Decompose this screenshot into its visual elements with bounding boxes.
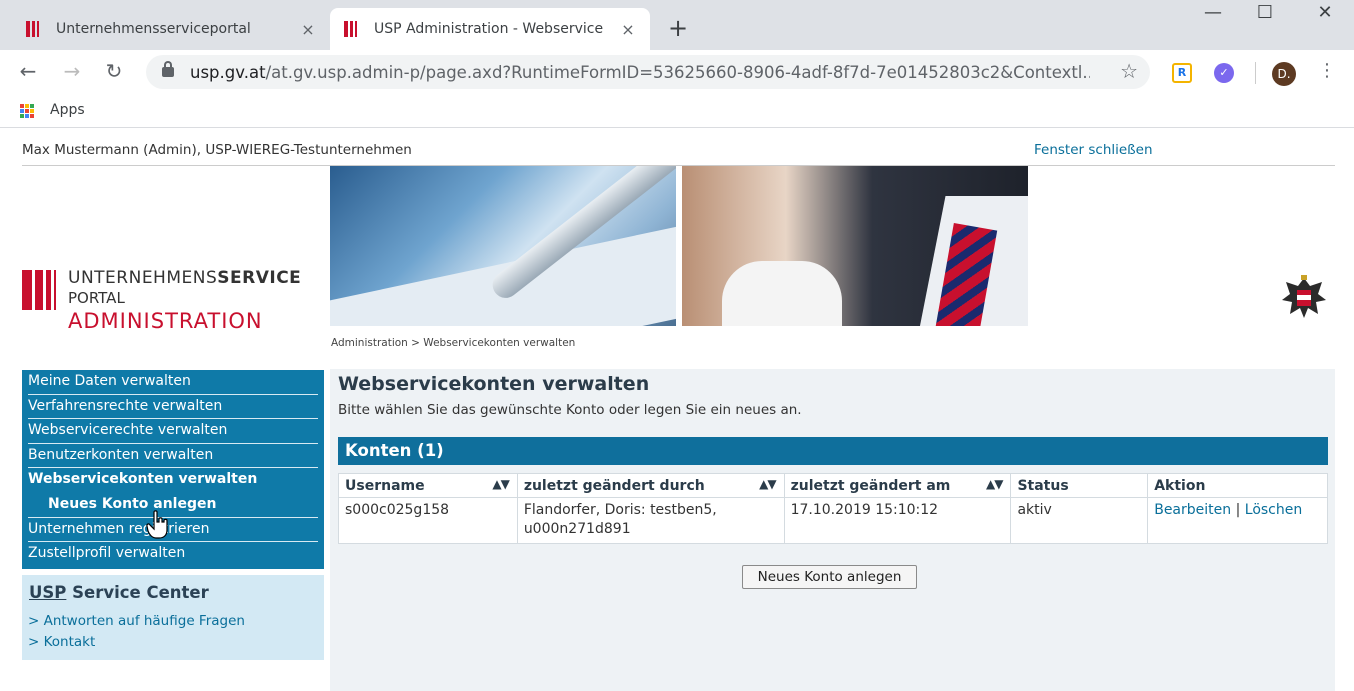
- reload-button[interactable]: ↻: [100, 59, 128, 83]
- browser-tab-strip: Unternehmensserviceportal × USP Administ…: [0, 0, 1354, 50]
- column-action: Aktion: [1147, 473, 1328, 498]
- logo-line-3: ADMINISTRATION: [68, 309, 263, 333]
- forward-button[interactable]: →: [58, 59, 86, 83]
- action-separator: |: [1235, 502, 1241, 518]
- browser-tab-usp[interactable]: Unternehmensserviceportal ×: [12, 8, 330, 50]
- accounts-table: Username ▲▼ zuletzt geändert durch ▲▼ zule…: [338, 473, 1328, 544]
- url-text[interactable]: usp.gv.at/at.gv.usp.admin-p/page.axd?Run…: [190, 63, 1090, 82]
- sidebar-nav: Meine Daten verwalten Verfahrensrechte v…: [22, 370, 324, 569]
- main-content: Webservicekonten verwalten Bitte wählen …: [330, 369, 1335, 691]
- profile-avatar[interactable]: D.: [1272, 62, 1296, 86]
- page-title: Webservicekonten verwalten: [338, 373, 650, 395]
- close-tab-icon[interactable]: ×: [618, 20, 638, 39]
- back-button[interactable]: ←: [14, 59, 42, 83]
- column-changed-by[interactable]: zuletzt geändert durch ▲▼: [516, 473, 785, 498]
- extension-r-icon[interactable]: R: [1172, 63, 1192, 83]
- cell-changed-at: 17.10.2019 15:10:12: [783, 497, 1012, 544]
- cell-changed-by: Flandorfer, Doris: testben5, u000n271d891: [516, 497, 785, 544]
- usp-favicon-icon: [26, 21, 44, 37]
- lock-icon[interactable]: [162, 61, 174, 77]
- service-center-box: USP Service Center > Antworten auf häufi…: [22, 575, 324, 660]
- cell-action: Bearbeiten | Löschen: [1147, 497, 1328, 544]
- bookmarks-bar: Apps: [0, 94, 1354, 128]
- address-bar[interactable]: usp.gv.at/at.gv.usp.admin-p/page.axd?Run…: [146, 55, 1150, 89]
- minimize-window-button[interactable]: —: [1190, 2, 1236, 23]
- service-center-title: USP Service Center: [29, 583, 209, 602]
- sort-icon[interactable]: ▲▼: [492, 477, 509, 491]
- hand-cursor-icon: [146, 510, 168, 539]
- tab-title: USP Administration - Webservice: [374, 21, 604, 37]
- contact-link[interactable]: > Kontakt: [28, 634, 95, 650]
- apps-bookmark[interactable]: Apps: [50, 102, 85, 118]
- edit-link[interactable]: Bearbeiten: [1154, 502, 1231, 518]
- sidebar-subitem-neues-konto[interactable]: Neues Konto anlegen: [28, 493, 318, 518]
- user-bar: Max Mustermann (Admin), USP-WIEREG-Testu…: [22, 141, 1335, 166]
- header-photo-people: [682, 166, 1028, 326]
- page-intro: Bitte wählen Sie das gewünschte Konto od…: [338, 402, 802, 418]
- header-photo-pen: [330, 166, 676, 326]
- sidebar-item-unternehmen-registrieren[interactable]: Unternehmen registrieren: [28, 518, 318, 543]
- accounts-section-header: Konten (1): [338, 437, 1328, 465]
- close-window-link[interactable]: Fenster schließen: [1034, 142, 1153, 158]
- logo-line-1: UNTERNEHMENSSERVICE: [68, 268, 302, 288]
- cell-status: aktiv: [1010, 497, 1149, 544]
- column-changed-at[interactable]: zuletzt geändert am ▲▼: [783, 473, 1012, 498]
- maximize-window-button[interactable]: ☐: [1242, 2, 1288, 23]
- usp-bars-icon: [22, 270, 56, 310]
- browser-menu-icon[interactable]: ⋮: [1318, 60, 1336, 81]
- sidebar-item-meine-daten[interactable]: Meine Daten verwalten: [28, 370, 318, 395]
- table-row: s000c025g158 Flandorfer, Doris: testben5…: [338, 497, 1328, 544]
- new-account-button[interactable]: Neues Konto anlegen: [742, 565, 917, 589]
- column-status: Status: [1010, 473, 1149, 498]
- logo-line-2: PORTAL: [68, 289, 125, 307]
- logged-in-user: Max Mustermann (Admin), USP-WIEREG-Testu…: [22, 142, 412, 158]
- cell-username: s000c025g158: [338, 497, 518, 544]
- sidebar-item-benutzerkonten[interactable]: Benutzerkonten verwalten: [28, 444, 318, 469]
- sidebar-item-zustellprofil[interactable]: Zustellprofil verwalten: [28, 542, 318, 567]
- toolbar-divider: [1255, 62, 1256, 84]
- sidebar-item-verfahrensrechte[interactable]: Verfahrensrechte verwalten: [28, 395, 318, 420]
- usp-favicon-icon: [344, 21, 362, 37]
- tab-title: Unternehmensserviceportal: [56, 21, 251, 37]
- sort-icon[interactable]: ▲▼: [986, 477, 1003, 491]
- browser-tab-admin[interactable]: USP Administration - Webservice ×: [330, 8, 650, 50]
- sort-icon[interactable]: ▲▼: [759, 477, 776, 491]
- sidebar-item-webservicekonten[interactable]: Webservicekonten verwalten: [28, 468, 318, 493]
- delete-link[interactable]: Löschen: [1245, 502, 1302, 518]
- browser-toolbar: ← → ↻ usp.gv.at/at.gv.usp.admin-p/page.a…: [0, 50, 1354, 94]
- extension-check-icon[interactable]: ✓: [1214, 63, 1234, 83]
- close-window-button[interactable]: ✕: [1302, 2, 1348, 23]
- breadcrumb: Administration > Webservicekonten verwal…: [331, 337, 576, 349]
- faq-link[interactable]: > Antworten auf häufige Fragen: [28, 613, 245, 629]
- sidebar-item-webservicerechte[interactable]: Webservicerechte verwalten: [28, 419, 318, 444]
- table-header-row: Username ▲▼ zuletzt geändert durch ▲▼ zule…: [338, 473, 1328, 498]
- bookmark-star-icon[interactable]: ☆: [1120, 59, 1138, 83]
- close-tab-icon[interactable]: ×: [298, 20, 318, 39]
- new-tab-button[interactable]: +: [668, 14, 688, 42]
- column-username[interactable]: Username ▲▼: [338, 473, 518, 498]
- austrian-coat-of-arms-icon: [1282, 275, 1326, 318]
- apps-grid-icon[interactable]: [20, 104, 34, 118]
- usp-logo[interactable]: UNTERNEHMENSSERVICE PORTAL ADMINISTRATIO…: [22, 268, 322, 338]
